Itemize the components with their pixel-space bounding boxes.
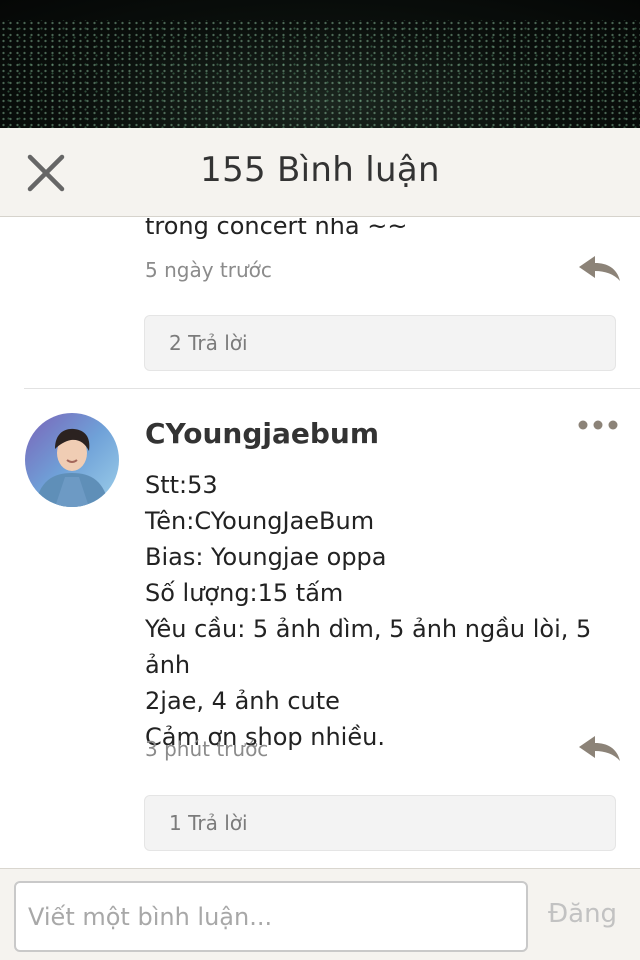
post-button[interactable]: Đăng <box>548 899 617 929</box>
more-options-button[interactable] <box>576 416 620 434</box>
reply-icon <box>579 256 620 281</box>
more-icon <box>578 420 618 430</box>
comment-line: Bias: Youngjae oppa <box>145 543 387 571</box>
comment-line: Số lượng:15 tấm <box>145 579 344 607</box>
view-replies-button[interactable]: 1 Trả lời <box>144 795 616 851</box>
comment-composer: Đăng <box>0 868 640 960</box>
view-replies-button[interactable]: 2 Trả lời <box>144 315 616 371</box>
comment-divider <box>24 388 640 389</box>
comments-header: 155 Bình luận <box>0 128 640 217</box>
comment-line: Stt:53 <box>145 471 218 499</box>
page-title: 155 Bình luận <box>200 150 440 190</box>
comment-line: 2jae, 4 ảnh cute <box>145 687 340 715</box>
comment-line: Tên:CYoungJaeBum <box>145 507 375 535</box>
comment-timestamp: 5 ngày trước <box>145 258 272 282</box>
reply-button[interactable] <box>577 254 621 284</box>
background-photo <box>0 0 640 128</box>
comment-body: Stt:53 Tên:CYoungJaeBum Bias: Youngjae o… <box>145 467 625 755</box>
avatar[interactable] <box>25 413 119 507</box>
reply-button[interactable] <box>577 734 621 764</box>
concert-lights <box>0 20 640 128</box>
comment-input[interactable] <box>14 881 528 952</box>
comment-text: trong concert nha ~~ <box>145 218 408 240</box>
comment-username[interactable]: CYoungjaebum <box>145 417 379 450</box>
comment-timestamp: 3 phút trước <box>145 737 269 761</box>
comments-list[interactable]: trong concert nha ~~ 5 ngày trước 2 Trả … <box>0 218 640 868</box>
reply-icon <box>579 736 620 761</box>
comment-line: Yêu cầu: 5 ảnh dìm, 5 ảnh ngầu lòi, 5 ản… <box>145 615 592 679</box>
